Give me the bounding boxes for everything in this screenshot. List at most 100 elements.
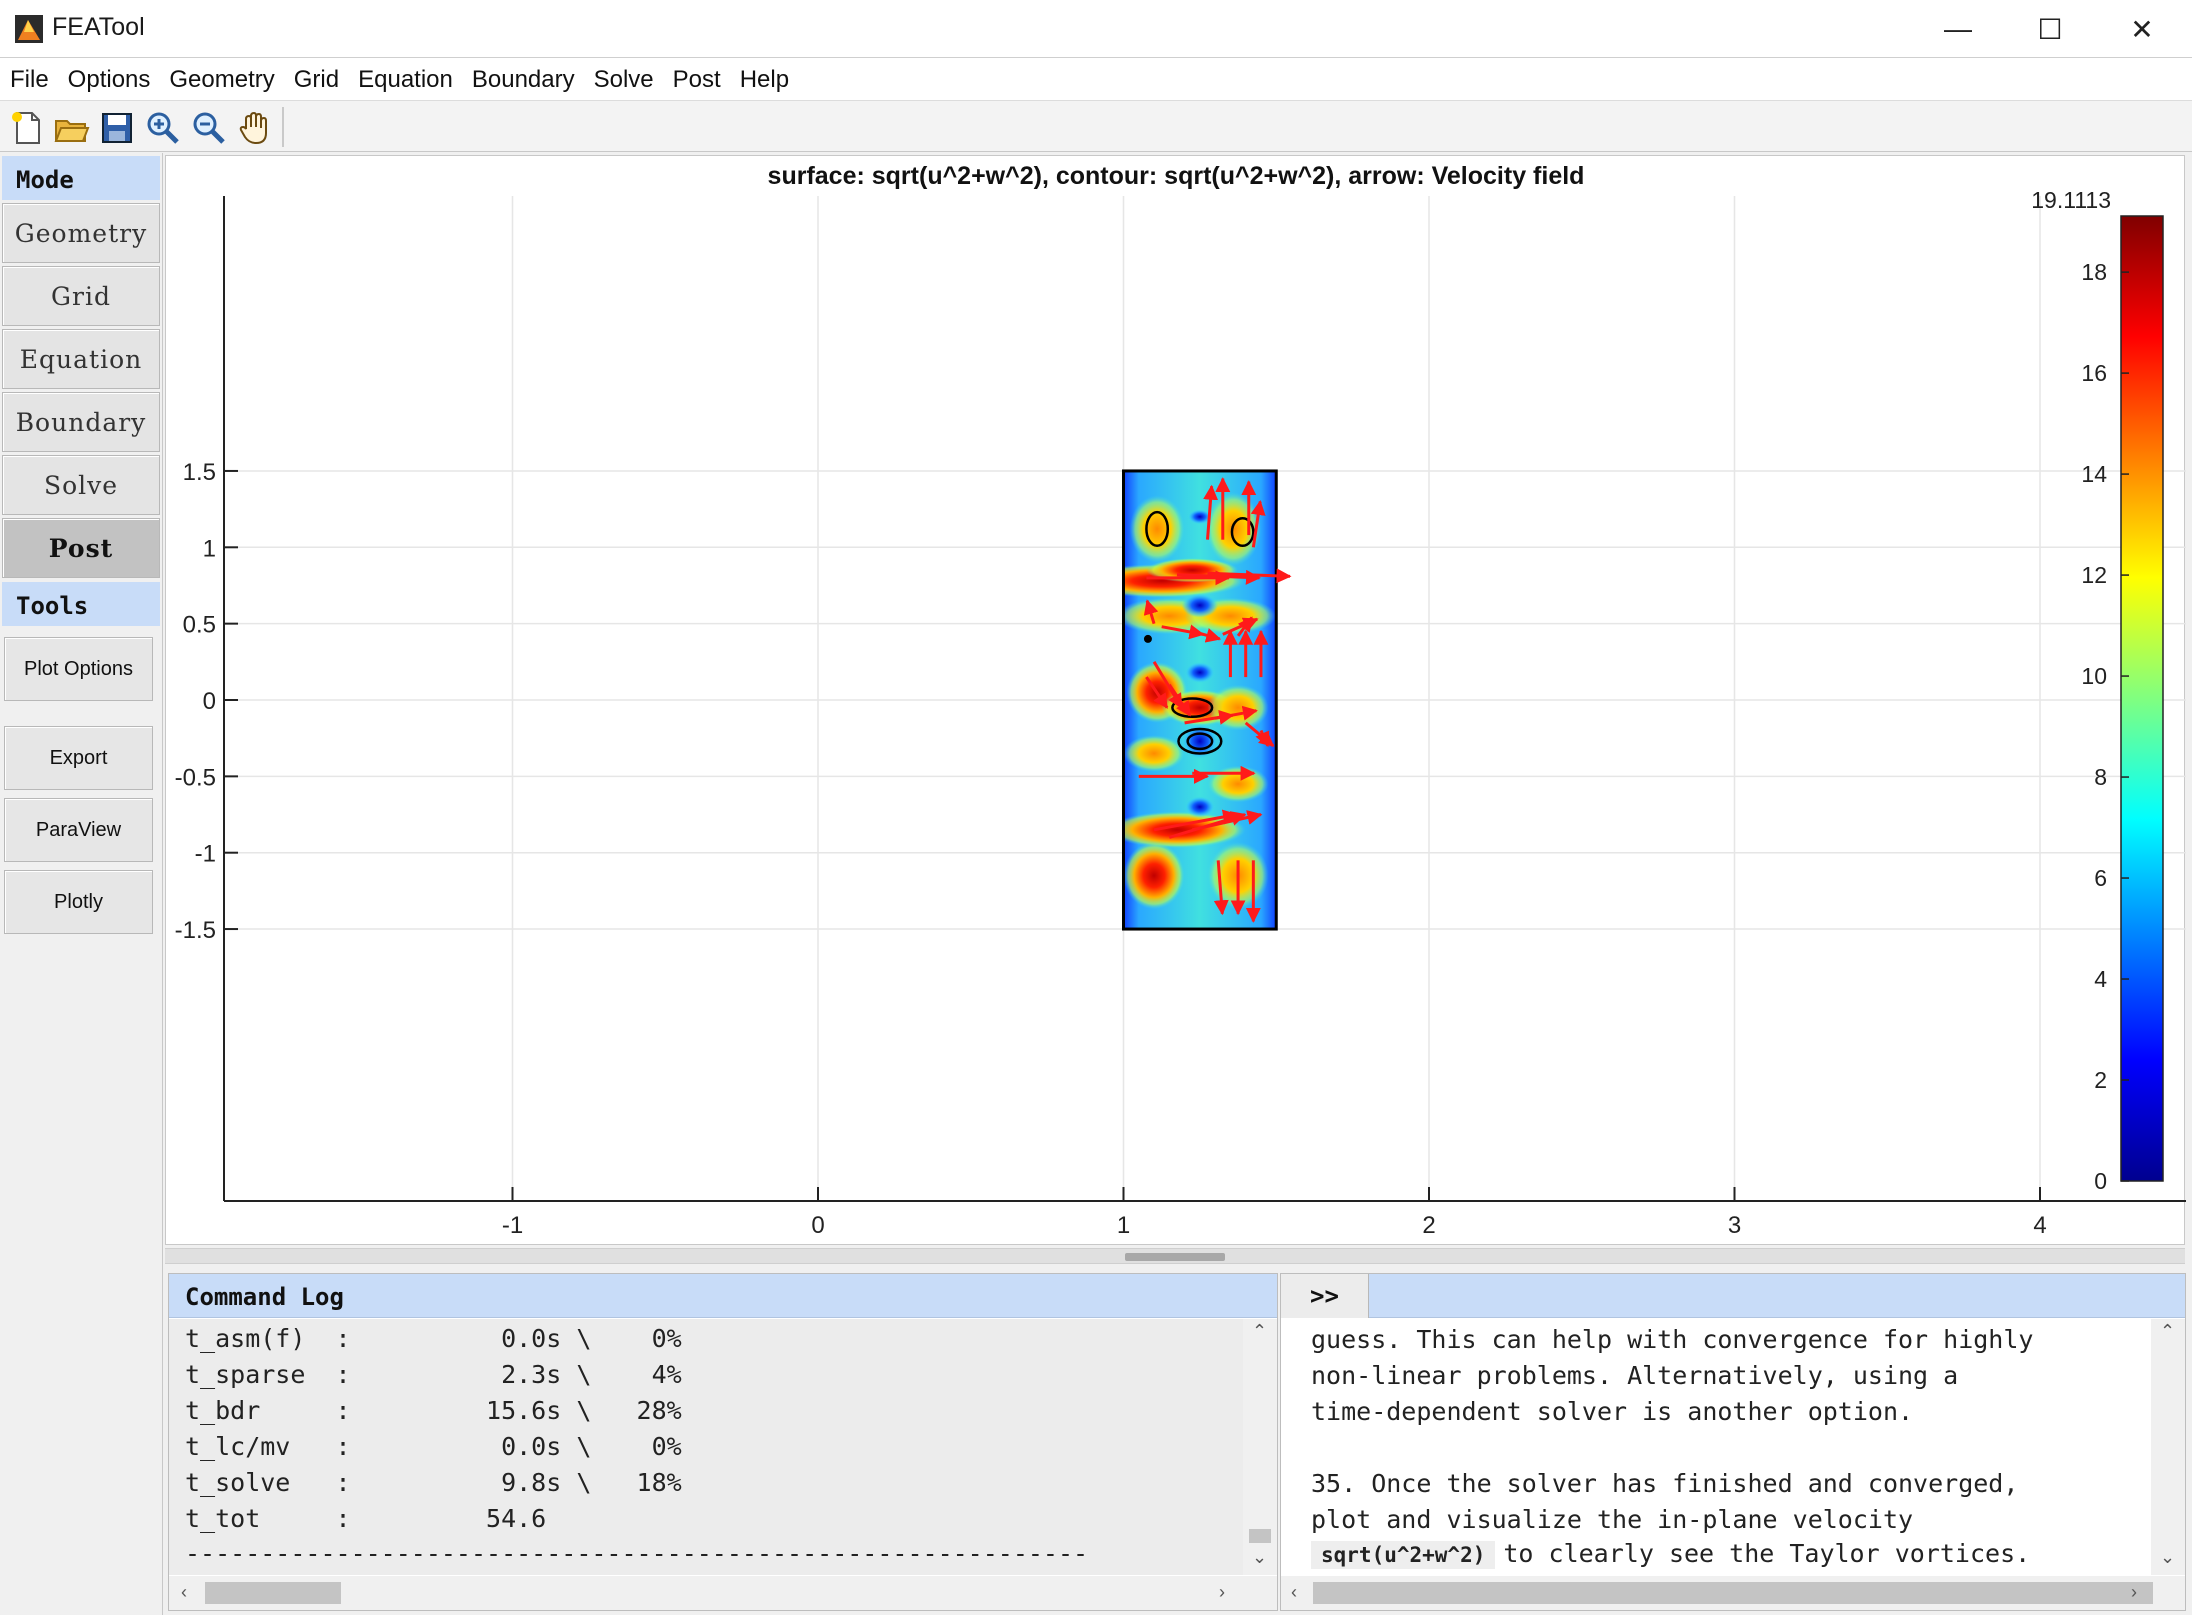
scroll-up-icon[interactable]: ⌃ (2160, 1321, 2175, 1342)
plot-canvas[interactable]: -1 0 1 2 3 41.510.50-0.5-1-1.5 19.11131816141… (166, 156, 2186, 1246)
export-button[interactable]: Export (4, 726, 153, 790)
command-log-body[interactable]: - t_asm(f) : 0.0s \ 0% t_sparse : 2.3s \… (169, 1319, 1243, 1575)
mode-post-button[interactable]: Post (2, 518, 160, 578)
colorbar-max-label: 19.1113 (2031, 187, 2111, 213)
log-line: t_solve : 9.8s \ 18% (185, 1468, 682, 1497)
mode-grid-button[interactable]: Grid (2, 266, 160, 326)
log-line: t_asm(f) : 0.0s \ 0% (185, 1324, 682, 1353)
menu-grid[interactable]: Grid (284, 58, 348, 94)
contour-line (1143, 634, 1152, 643)
scroll-left-icon[interactable]: ‹ (1291, 1582, 1297, 1603)
colorbar-tick-label: 12 (2081, 562, 2107, 588)
surface-patch (1184, 796, 1216, 818)
menu-solve[interactable]: Solve (584, 58, 663, 94)
splitter-grip[interactable] (1125, 1253, 1225, 1261)
scroll-left-icon[interactable]: ‹ (181, 1582, 187, 1603)
surface-patch (1207, 684, 1269, 731)
tools-header: Tools (2, 582, 160, 626)
log-line: - (185, 1319, 200, 1320)
log-line: t_sparse : 2.3s \ 4% (185, 1360, 682, 1389)
help-line: time-dependent solver is another option. (1311, 1397, 1914, 1426)
y-tick-label: -1.5 (175, 917, 216, 944)
menu-help[interactable]: Help (730, 58, 798, 94)
colorbar-tick-label: 10 (2081, 663, 2107, 689)
colorbar-tick-label: 14 (2081, 461, 2107, 487)
menu-options[interactable]: Options (58, 58, 160, 94)
help-line: plot and visualize the in-plane velocity (1311, 1505, 1914, 1534)
y-tick-label: 1 (203, 535, 216, 562)
plotly-button[interactable]: Plotly (4, 870, 153, 934)
menu-file[interactable]: File (0, 58, 58, 94)
help-line-tail: to clearly see the Taylor vortices. (1503, 1539, 2031, 1568)
y-tick-label: 0.5 (183, 612, 216, 639)
surface-patch (1181, 593, 1219, 618)
minimize-button[interactable]: — (1912, 0, 2004, 58)
title-bar: FEATool — ☐ ✕ (0, 0, 2192, 58)
menu-post[interactable]: Post (663, 58, 730, 94)
zoom-out-icon[interactable] (190, 109, 228, 147)
y-tick-label: 1.5 (183, 459, 216, 486)
mode-geometry-button[interactable]: Geometry (2, 203, 160, 263)
surface-patch (1207, 765, 1269, 803)
help-body[interactable]: guess. This can help with convergence fo… (1281, 1319, 2151, 1575)
colorbar: 19.1113 18 16 14 12 10 8 6 4 2 0 (2031, 187, 2164, 1194)
scroll-up-icon[interactable]: ⌃ (1252, 1321, 1267, 1342)
x-tick-label: 3 (1728, 1212, 1741, 1239)
pan-hand-icon[interactable] (236, 109, 274, 147)
scroll-thumb[interactable] (1249, 1529, 1271, 1543)
colorbar-tick-label: 4 (2094, 966, 2107, 992)
colorbar-gradient (2120, 215, 2164, 1182)
help-vertical-scrollbar[interactable]: ⌃ ⌄ (2151, 1319, 2185, 1575)
surface-patch (1184, 661, 1216, 684)
menu-boundary[interactable]: Boundary (462, 58, 584, 94)
close-button[interactable]: ✕ (2096, 0, 2188, 58)
scroll-thumb[interactable] (1313, 1582, 2153, 1604)
mode-equation-button[interactable]: Equation (2, 329, 160, 389)
x-tick-label: -1 (502, 1212, 523, 1239)
zoom-in-icon[interactable] (144, 109, 182, 147)
colorbar-tick-label: 18 (2081, 259, 2107, 285)
x-tick-label: 4 (2033, 1212, 2046, 1239)
command-log-header: Command Log (169, 1274, 1277, 1318)
mode-boundary-button[interactable]: Boundary (2, 392, 160, 452)
help-header: >> (1281, 1274, 2185, 1318)
scroll-down-icon[interactable]: ⌄ (2160, 1547, 2175, 1568)
surface-patch (1123, 735, 1185, 772)
new-file-icon[interactable] (8, 109, 46, 147)
y-tick-label: -1 (195, 841, 216, 868)
x-tick-label: 1 (1117, 1212, 1130, 1239)
log-vertical-scrollbar[interactable]: ⌃ ⌄ (1243, 1319, 1277, 1575)
scroll-right-icon[interactable]: › (2131, 1582, 2137, 1603)
colorbar-tick-label: 2 (2094, 1067, 2107, 1093)
colorbar-tick-label: 0 (2094, 1168, 2107, 1194)
scroll-right-icon[interactable]: › (1219, 1582, 1225, 1603)
log-horizontal-scrollbar[interactable]: ‹ › (169, 1576, 1277, 1610)
y-tick-label: -0.5 (175, 764, 216, 791)
menu-geometry[interactable]: Geometry (159, 58, 283, 94)
log-line: t_bdr : 15.6s \ 28% (185, 1396, 682, 1425)
featool-logo-icon (15, 15, 43, 43)
scroll-thumb[interactable] (205, 1582, 341, 1604)
plot-area[interactable]: surface: sqrt(u^2+w^2), contour: sqrt(u^… (165, 155, 2186, 1246)
help-line: guess. This can help with convergence fo… (1311, 1325, 2034, 1354)
panel-splitter[interactable] (165, 1248, 2185, 1264)
colorbar-tick-label: 8 (2094, 764, 2107, 790)
window-title: FEATool (52, 13, 145, 41)
maximize-button[interactable]: ☐ (2004, 0, 2096, 58)
log-line: t_tot : 54.6 (185, 1504, 547, 1533)
toggle-help-button[interactable]: >> (1281, 1274, 1369, 1318)
y-tick-label: 0 (203, 688, 216, 715)
colorbar-tick-label: 6 (2094, 865, 2107, 891)
mode-solve-button[interactable]: Solve (2, 455, 160, 515)
save-icon[interactable] (98, 109, 136, 147)
surface-patch (1129, 495, 1185, 563)
help-horizontal-scrollbar[interactable]: ‹ › (1281, 1576, 2185, 1610)
open-folder-icon[interactable] (52, 109, 90, 147)
plot-options-button[interactable]: Plot Options (4, 637, 153, 701)
x-tick-label: 2 (1422, 1212, 1435, 1239)
scroll-down-icon[interactable]: ⌄ (1252, 1547, 1267, 1568)
menu-equation[interactable]: Equation (348, 58, 462, 94)
toolbar (0, 100, 2192, 152)
paraview-button[interactable]: ParaView (4, 798, 153, 862)
help-line: 35. Once the solver has finished and con… (1311, 1469, 2019, 1498)
